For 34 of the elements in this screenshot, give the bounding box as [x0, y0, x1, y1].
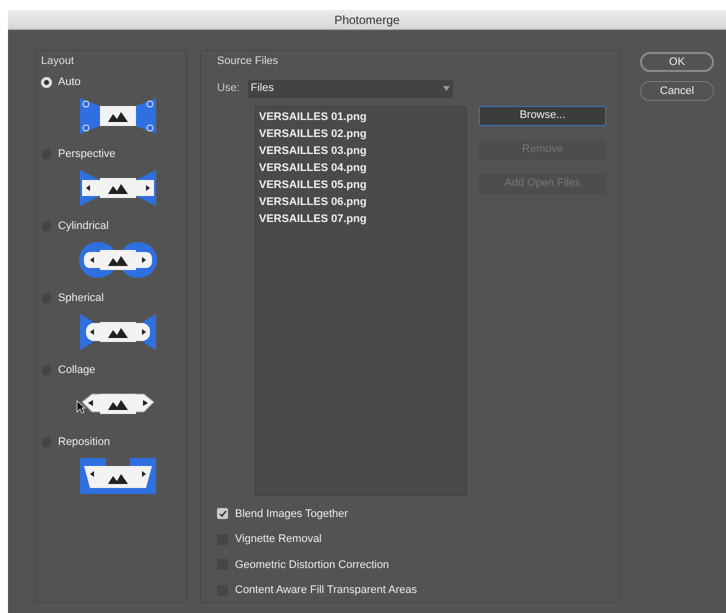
layout-icon: [78, 312, 158, 352]
dialog-button[interactable]: OK: [640, 52, 714, 72]
dialog-button[interactable]: Cancel: [640, 81, 714, 101]
cursor-icon: [76, 400, 86, 414]
file-item[interactable]: VERSAILLES 04.png: [259, 160, 466, 176]
action-button[interactable]: Browse...: [479, 106, 606, 126]
radio-label: Auto: [58, 75, 81, 90]
file-item[interactable]: VERSAILLES 07.png: [259, 210, 466, 228]
layout-icon: [78, 168, 158, 208]
radio-label: Cylindrical: [58, 219, 109, 234]
layout-heading: Layout: [41, 54, 76, 69]
window-title: Photomerge: [8, 10, 726, 30]
layout-icon: [78, 240, 158, 280]
source-files-heading: Source Files: [217, 54, 280, 69]
radio-label: Reposition: [58, 435, 110, 450]
checkbox-label: Geometric Distortion Correction: [235, 558, 390, 572]
caret-icon: [442, 86, 450, 91]
checkbox[interactable]: [217, 508, 228, 520]
radio-label: Spherical: [58, 291, 104, 306]
file-item[interactable]: VERSAILLES 05.png: [259, 176, 466, 194]
file-item[interactable]: VERSAILLES 06.png: [259, 194, 466, 210]
layout-icon: [78, 96, 158, 136]
checkbox-label: Vignette Removal: [235, 532, 322, 547]
file-item[interactable]: VERSAILLES 01.png: [259, 108, 466, 126]
radio-button[interactable]: [41, 77, 52, 88]
checkbox-label: Content Aware Fill Transparent Areas: [235, 583, 418, 598]
layout-icon: [78, 456, 158, 496]
file-item[interactable]: VERSAILLES 02.png: [259, 126, 466, 142]
checkbox-label: Blend Images Together: [235, 506, 348, 522]
use-label: Use:: [217, 81, 240, 96]
radio-label: Collage: [58, 363, 96, 378]
use-dropdown[interactable]: Files: [248, 80, 453, 98]
file-item[interactable]: VERSAILLES 03.png: [259, 142, 466, 160]
radio-label: Perspective: [58, 147, 116, 162]
